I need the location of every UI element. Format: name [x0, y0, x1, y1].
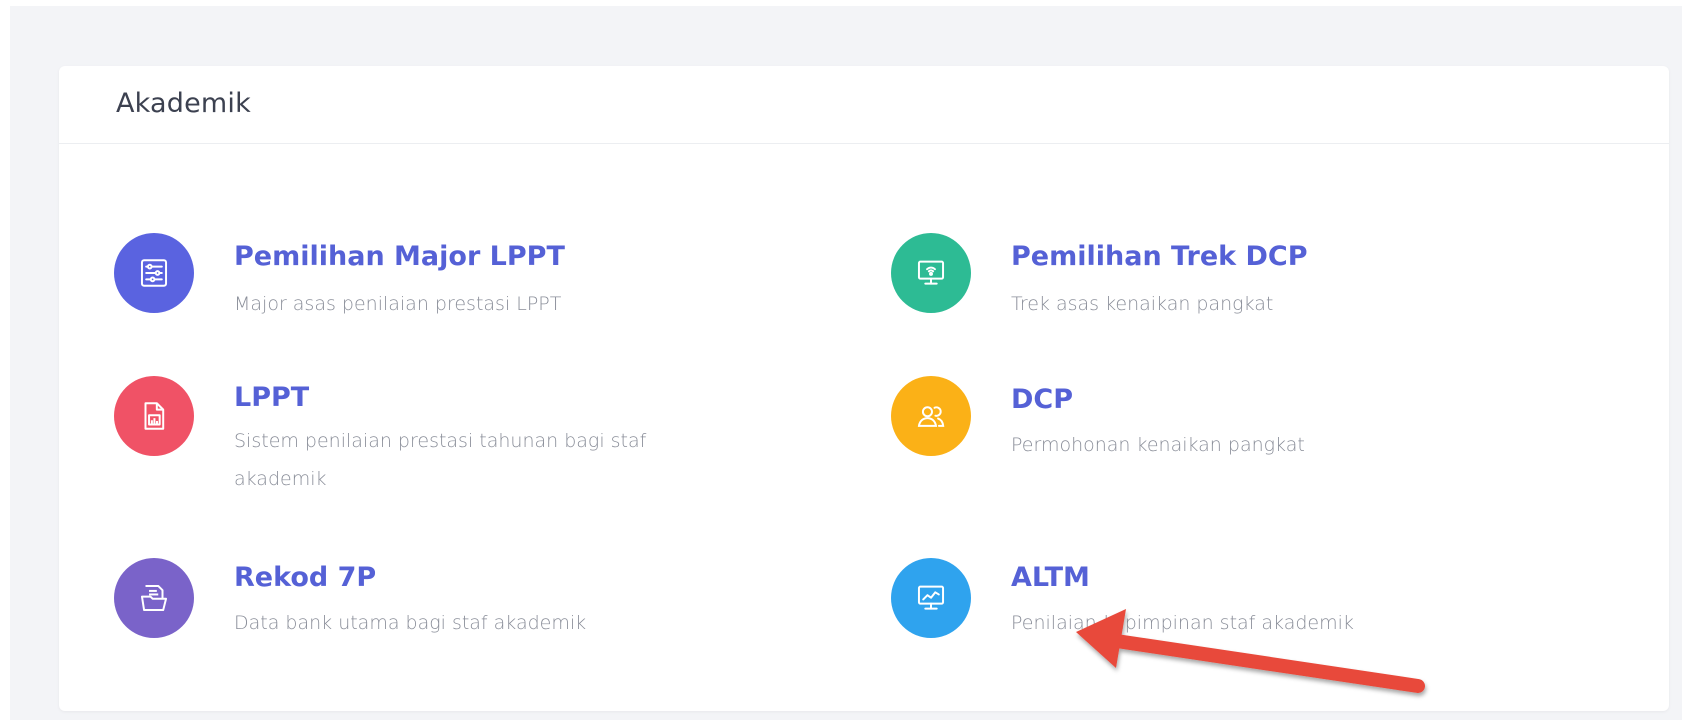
item-description: Sistem penilaian prestasi tahunan bagi s…	[234, 430, 647, 490]
item-description: Major asas penilaian prestasi LPPT	[234, 293, 562, 315]
item-title[interactable]: ALTM	[1011, 562, 1090, 593]
card-header: Akademik	[59, 66, 1669, 144]
item-description: Trek asas kenaikan pangkat	[1011, 293, 1274, 315]
monitor-chart-icon	[891, 558, 971, 638]
menu-item-dcp[interactable]: DCP Permohonan kenaikan pangkat	[891, 376, 1451, 482]
item-title[interactable]: Pemilihan Trek DCP	[1011, 241, 1308, 272]
menu-item-pemilihan-major-lppt[interactable]: Pemilihan Major LPPT Major asas penilaia…	[114, 233, 674, 323]
menu-item-rekod-7p[interactable]: Rekod 7P Data bank utama bagi staf akade…	[114, 558, 674, 652]
item-description: Permohonan kenaikan pangkat	[1011, 434, 1305, 456]
document-chart-icon	[114, 376, 194, 456]
settings-sliders-icon	[114, 233, 194, 313]
item-description: Data bank utama bagi staf akademik	[234, 612, 587, 634]
item-title[interactable]: DCP	[1011, 384, 1073, 415]
section-title: Akademik	[116, 88, 251, 119]
menu-item-altm[interactable]: ALTM Penilaian kepimpinan staf akademik	[891, 558, 1451, 652]
item-title[interactable]: LPPT	[234, 382, 309, 413]
menu-item-lppt[interactable]: LPPT Sistem penilaian prestasi tahunan b…	[114, 376, 674, 512]
folder-document-icon	[114, 558, 194, 638]
menu-item-pemilihan-trek-dcp[interactable]: Pemilihan Trek DCP Trek asas kenaikan pa…	[891, 233, 1451, 323]
item-description: Penilaian kepimpinan staf akademik	[1011, 612, 1354, 634]
item-title[interactable]: Pemilihan Major LPPT	[234, 241, 565, 272]
item-title[interactable]: Rekod 7P	[234, 562, 376, 593]
akademik-card: Akademik Pemilihan Major LPPT Major asas…	[59, 66, 1669, 711]
monitor-signal-icon	[891, 233, 971, 313]
users-icon	[891, 376, 971, 456]
